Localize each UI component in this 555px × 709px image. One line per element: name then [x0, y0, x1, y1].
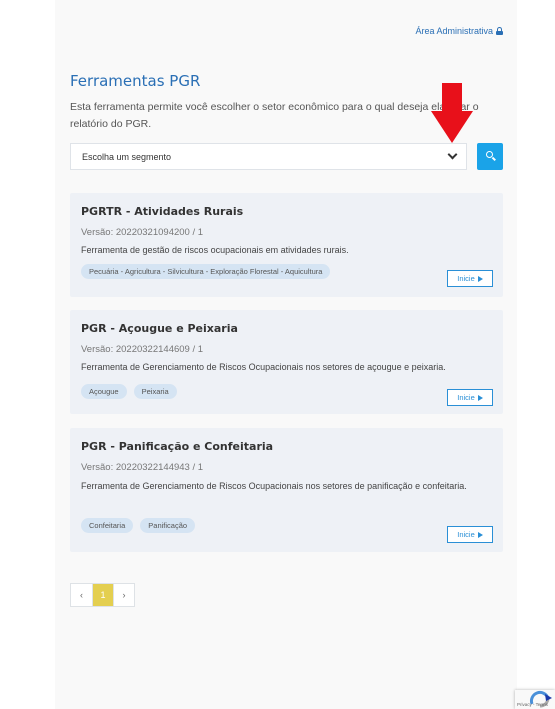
play-icon — [477, 531, 483, 538]
play-icon — [477, 394, 483, 401]
card-description: Ferramenta de gestão de riscos ocupacion… — [81, 245, 349, 255]
tag[interactable]: Confeitaria — [81, 518, 134, 533]
start-button-label: Inicie — [457, 274, 475, 283]
admin-area-link[interactable]: Área Administrativa — [415, 26, 503, 36]
start-button[interactable]: Inicie — [447, 270, 493, 287]
segment-select[interactable]: Escolha um segmento — [70, 143, 467, 170]
pagination: ‹ 1 › — [70, 583, 135, 607]
tag-list: Açougue Peixaria — [81, 384, 177, 399]
start-button[interactable]: Inicie — [447, 526, 493, 543]
page-button-current[interactable]: 1 — [92, 584, 113, 606]
chevron-down-icon — [447, 149, 458, 160]
page-container: Área Administrativa Ferramentas PGR Esta… — [55, 0, 517, 709]
lock-icon — [496, 27, 503, 35]
start-button-label: Inicie — [457, 530, 475, 539]
start-button[interactable]: Inicie — [447, 389, 493, 406]
tag-list: Confeitaria Panificação — [81, 518, 196, 533]
card-version: Versão: 20220322144943 / 1 — [81, 462, 204, 473]
card-description: Ferramenta de Gerenciamento de Riscos Oc… — [81, 362, 446, 372]
tool-card: PGR - Açougue e Peixaria Versão: 2022032… — [70, 310, 503, 414]
tag[interactable]: Açougue — [81, 384, 127, 399]
admin-area-label[interactable]: Área Administrativa — [415, 26, 493, 36]
search-button[interactable] — [477, 143, 503, 170]
tag[interactable]: Peixaria — [133, 384, 177, 399]
prev-page-button[interactable]: ‹ — [71, 584, 92, 606]
card-version: Versão: 20220322144609 / 1 — [81, 344, 204, 355]
tag[interactable]: Panificação — [140, 518, 196, 533]
red-arrow-annotation-icon — [431, 83, 473, 143]
page-title: Ferramentas PGR — [70, 72, 201, 90]
card-title: PGRTR - Atividades Rurais — [81, 205, 244, 218]
tool-card: PGRTR - Atividades Rurais Versão: 202203… — [70, 193, 503, 297]
card-title: PGR - Açougue e Peixaria — [81, 322, 238, 335]
tool-card: PGR - Panificação e Confeitaria Versão: … — [70, 428, 503, 552]
tag[interactable]: Pecuária - Agricultura - Silvicultura - … — [81, 264, 331, 279]
recaptcha-privacy-text[interactable]: Privacy - Terms — [517, 702, 548, 707]
card-description: Ferramenta de Gerenciamento de Riscos Oc… — [81, 481, 467, 491]
tag-list: Pecuária - Agricultura - Silvicultura - … — [81, 264, 331, 279]
segment-select-value: Escolha um segmento — [82, 152, 172, 162]
card-title: PGR - Panificação e Confeitaria — [81, 440, 274, 453]
card-version: Versão: 20220321094200 / 1 — [81, 227, 204, 238]
start-button-label: Inicie — [457, 393, 475, 402]
next-page-button[interactable]: › — [113, 584, 134, 606]
play-icon — [477, 275, 483, 282]
